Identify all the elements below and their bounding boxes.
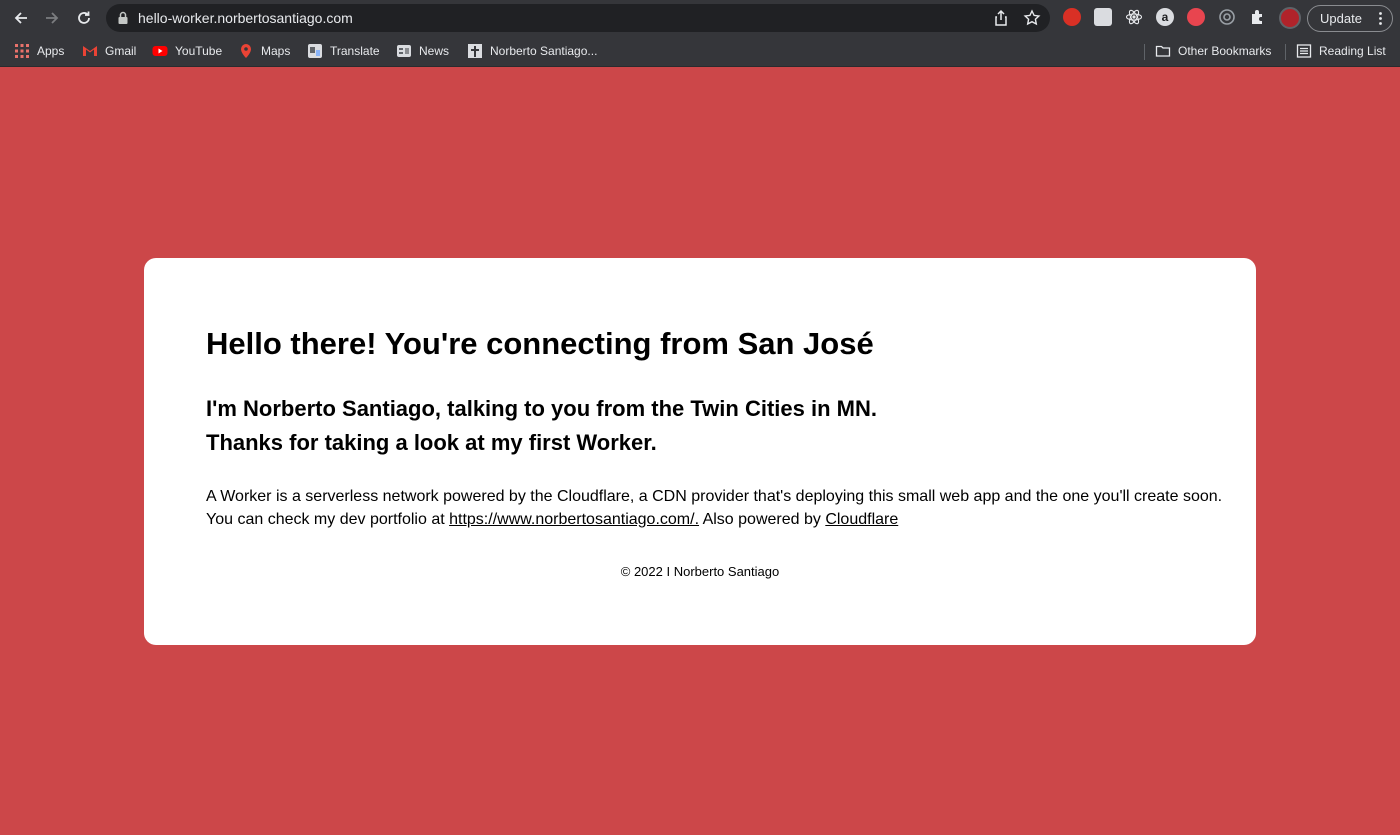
gmail-icon	[83, 46, 97, 56]
paragraph-prefix: You can check my dev portfolio at	[206, 511, 450, 528]
paragraph-line-1: A Worker is a serverless network powered…	[206, 488, 1223, 505]
bookmark-apps[interactable]: Apps	[14, 42, 64, 60]
back-button[interactable]	[9, 6, 33, 30]
cross-icon	[468, 44, 482, 58]
notion-icon[interactable]	[1094, 8, 1112, 26]
bookmark-youtube[interactable]: YouTube	[152, 42, 222, 60]
reading-list-icon	[1296, 44, 1312, 58]
bookmark-label: Apps	[37, 44, 65, 58]
reload-button[interactable]	[72, 6, 96, 30]
other-bookmarks-label: Other Bookmarks	[1178, 44, 1272, 58]
forward-button[interactable]	[40, 6, 64, 30]
reload-icon	[78, 11, 90, 24]
kebab-menu-icon	[1379, 12, 1382, 25]
news-icon	[397, 45, 411, 57]
description-paragraph: A Worker is a serverless network powered…	[206, 485, 1222, 531]
forward-arrow-icon	[46, 12, 59, 24]
bookmarks-divider	[1144, 44, 1145, 60]
copyright-footer: © 2022 I Norberto Santiago	[620, 564, 780, 579]
bookmark-star-icon[interactable]	[1023, 9, 1041, 27]
bookmark-label: Translate	[330, 44, 380, 58]
lock-icon	[118, 11, 128, 24]
translate-icon	[308, 44, 322, 58]
bookmark-norberto-santiago[interactable]: Norberto Santiago...	[467, 42, 597, 60]
share-icon[interactable]	[992, 9, 1010, 27]
browser-toolbar: hello-worker.norbertosantiago.com a Upda…	[0, 0, 1400, 36]
content-card: Hello there! You're connecting from San …	[144, 258, 1256, 645]
profile-avatar[interactable]	[1279, 7, 1301, 29]
cloudflare-link[interactable]: Cloudflare	[825, 511, 898, 528]
update-button[interactable]: Update	[1307, 5, 1393, 32]
intro-line-2: Thanks for taking a look at my first Wor…	[206, 430, 657, 455]
react-devtools-icon[interactable]	[1125, 8, 1143, 26]
bookmark-label: Gmail	[105, 44, 137, 58]
maps-pin-icon	[241, 44, 251, 58]
folder-icon	[1155, 45, 1171, 57]
update-label: Update	[1320, 11, 1362, 26]
paragraph-line-2: You can check my dev portfolio at https:…	[206, 508, 1222, 531]
bookmark-label: Maps	[261, 44, 291, 58]
bookmark-label: News	[419, 44, 450, 58]
youtube-icon	[152, 46, 168, 56]
bookmarks-bar: Apps Gmail YouTube Maps Translate News N…	[0, 36, 1400, 67]
bookmark-gmail[interactable]: Gmail	[82, 42, 136, 60]
apps-grid-icon	[15, 44, 29, 58]
bookmark-label: YouTube	[175, 44, 223, 58]
adblock-icon[interactable]	[1063, 8, 1081, 26]
bookmark-maps[interactable]: Maps	[238, 42, 290, 60]
paragraph-mid: Also powered by	[699, 511, 826, 528]
reading-list-label: Reading List	[1319, 44, 1386, 58]
puzzle-extensions-icon[interactable]	[1249, 8, 1267, 26]
amazon-icon[interactable]: a	[1156, 8, 1174, 26]
address-bar[interactable]: hello-worker.norbertosantiago.com	[106, 4, 1050, 32]
reading-list[interactable]: Reading List	[1296, 42, 1386, 60]
page-heading: Hello there! You're connecting from San …	[206, 326, 874, 361]
other-bookmarks[interactable]: Other Bookmarks	[1155, 42, 1271, 60]
portfolio-link[interactable]: https://www.norbertosantiago.com/.	[449, 511, 699, 528]
bookmarks-divider	[1285, 44, 1286, 60]
back-arrow-icon	[14, 12, 27, 24]
bookmark-label: Norberto Santiago...	[490, 44, 598, 58]
dribbble-icon[interactable]	[1187, 8, 1205, 26]
bookmark-translate[interactable]: Translate	[307, 42, 380, 60]
intro-line-1: I'm Norberto Santiago, talking to you fr…	[206, 396, 877, 421]
bookmark-news[interactable]: News	[396, 42, 449, 60]
vpn-icon[interactable]	[1218, 8, 1236, 26]
url-text: hello-worker.norbertosantiago.com	[138, 10, 353, 26]
